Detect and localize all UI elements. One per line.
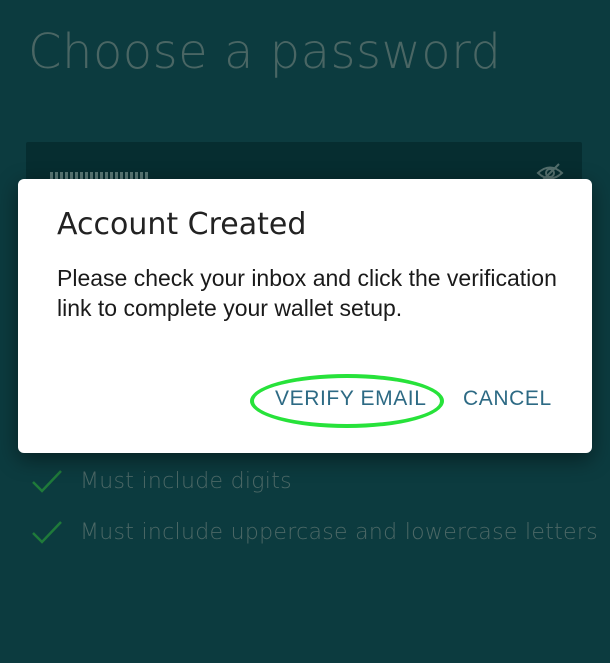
requirement-digits: Must include digits <box>30 464 292 498</box>
screen-title: Choose a password <box>28 24 502 80</box>
requirement-label: Must include digits <box>80 468 292 494</box>
requirement-case: Must include uppercase and lowercase let… <box>30 515 598 549</box>
checkmark-icon <box>32 521 62 544</box>
dialog-message: Please check your inbox and click the ve… <box>57 265 557 321</box>
requirement-label: Must include uppercase and lowercase let… <box>80 519 598 545</box>
cancel-button[interactable]: CANCEL <box>463 387 552 411</box>
checkmark-icon <box>32 470 62 493</box>
dialog-title: Account Created <box>57 207 307 242</box>
verify-email-button[interactable]: VERIFY EMAIL <box>275 387 427 411</box>
account-created-dialog: Account Created Please check your inbox … <box>18 179 592 453</box>
